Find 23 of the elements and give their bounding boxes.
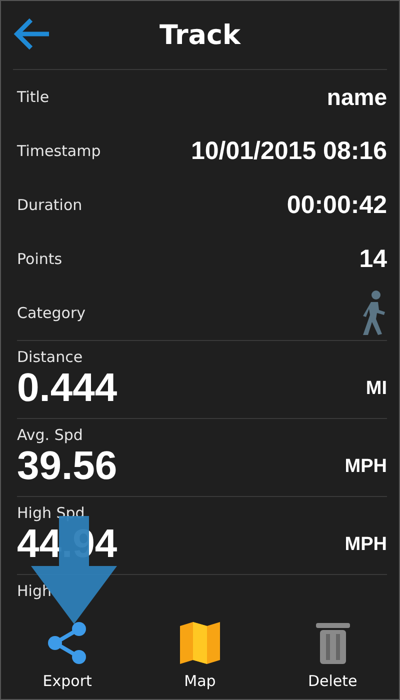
field-label: Duration [17, 196, 82, 214]
stat-unit: MPH [344, 534, 387, 556]
field-label: Title [17, 88, 50, 106]
field-value: 00:00:42 [286, 190, 387, 220]
screen-title: Track [160, 20, 240, 50]
toolbar-button[interactable]: Map [150, 620, 250, 690]
field-label: Points [17, 250, 62, 268]
stat-label: Distance [17, 348, 83, 366]
field-value: name [326, 84, 387, 110]
stat-label: High [17, 582, 52, 600]
back-arrow-icon [13, 17, 51, 51]
field-label: Category [17, 304, 86, 322]
toolbar-button[interactable]: Delete [282, 620, 383, 690]
toolbar-button[interactable]: Export [17, 620, 118, 690]
map-icon [178, 620, 222, 666]
field-value: 10/01/2015 08:16 [190, 136, 387, 166]
stat-value: 39.56 [17, 444, 118, 489]
field-label: Timestamp [17, 142, 101, 160]
stat-value: 0.444 [17, 366, 118, 411]
field-value: 14 [359, 244, 387, 274]
stat-label: Avg. Spd [17, 426, 83, 444]
stat-unit: MPH [344, 456, 387, 478]
stat-unit: MI [366, 378, 387, 400]
